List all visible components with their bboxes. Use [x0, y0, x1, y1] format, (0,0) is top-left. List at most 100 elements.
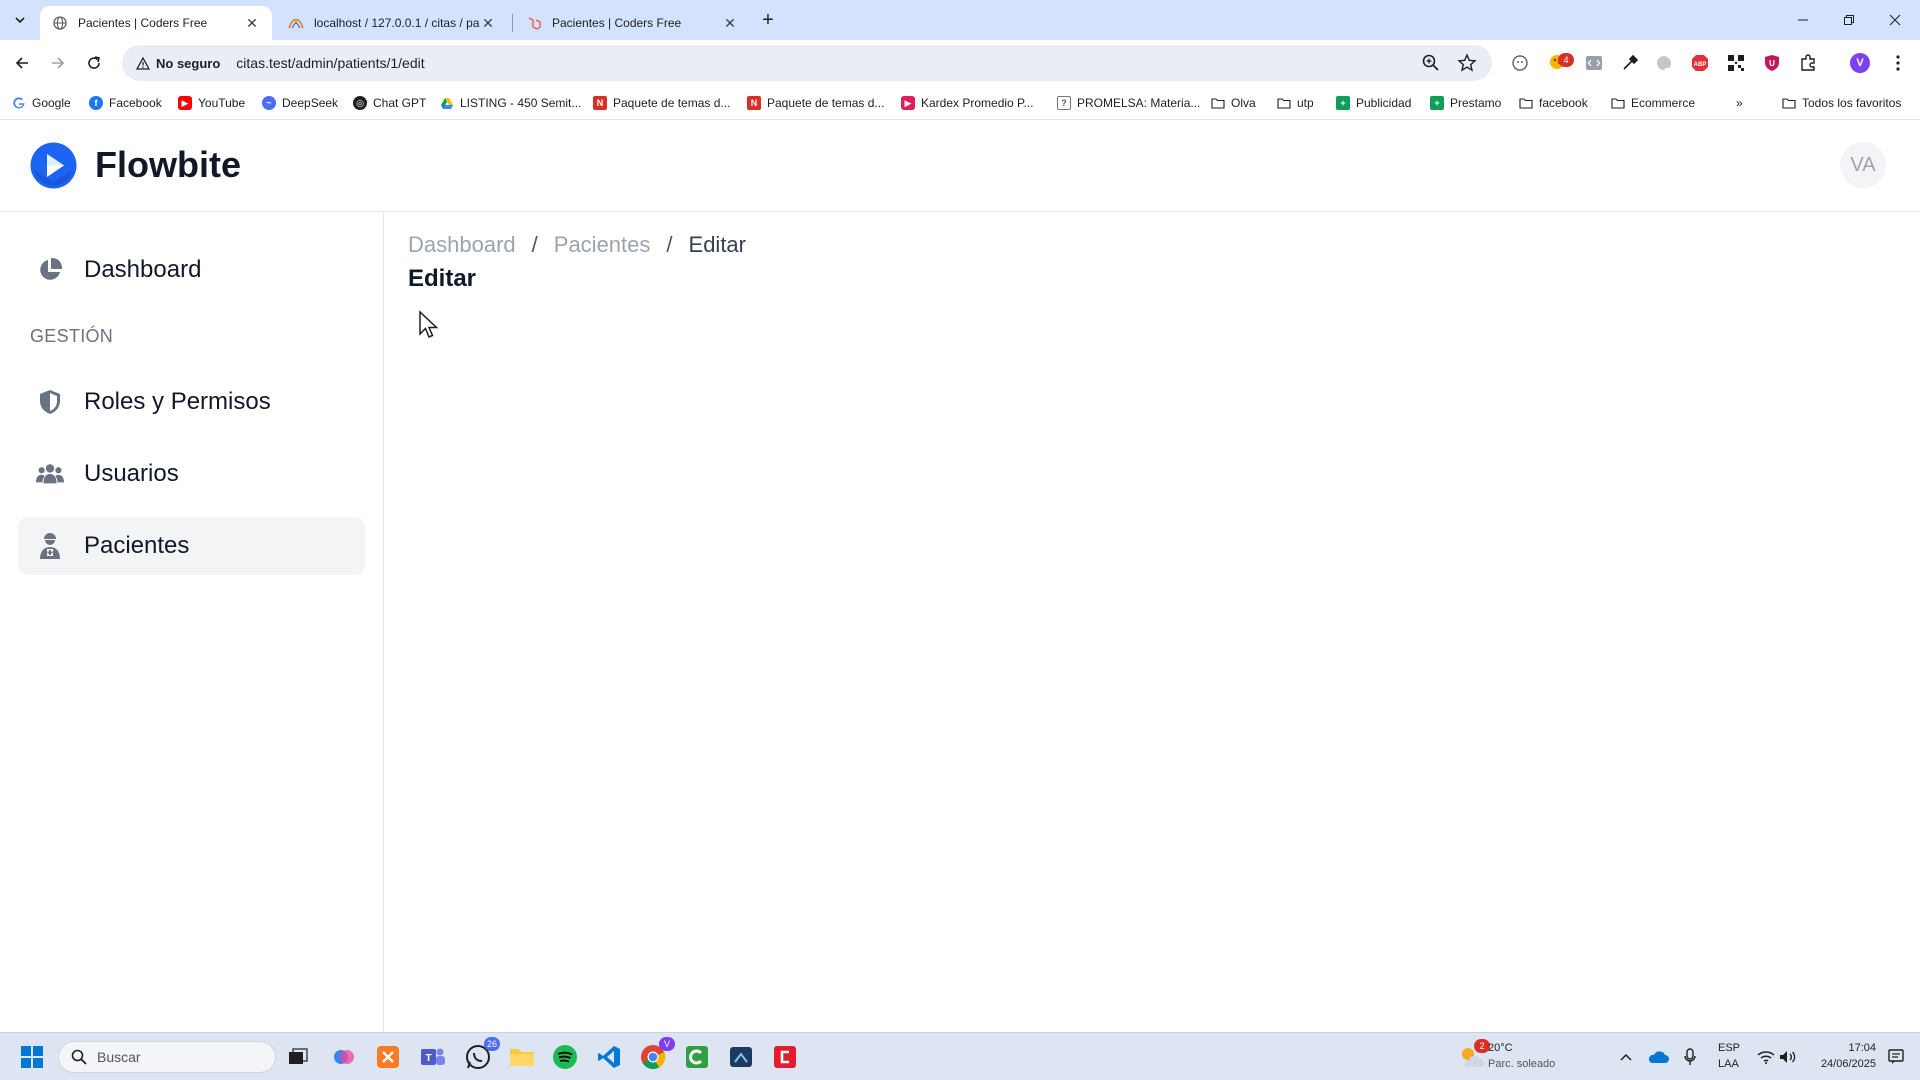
- address-bar[interactable]: No seguro citas.test/admin/patients/1/ed…: [122, 45, 1492, 81]
- warning-icon: [136, 56, 150, 70]
- profile-button[interactable]: V: [1848, 51, 1872, 75]
- microphone-icon: [1684, 1048, 1696, 1066]
- breadcrumb-pacientes[interactable]: Pacientes: [554, 232, 651, 258]
- ublock-icon: U: [1764, 54, 1780, 72]
- close-window-button[interactable]: [1872, 0, 1918, 40]
- copilot-button[interactable]: [328, 1041, 360, 1073]
- bookmark-paquete-2[interactable]: N Paquete de temas d...: [747, 93, 884, 113]
- taskbar: Buscar T 26 V 2 20°C Parc. soleado ESP L…: [0, 1032, 1920, 1080]
- bookmark-kardex[interactable]: ▶ Kardex Promedio P...: [901, 93, 1034, 113]
- taskbar-app-xampp[interactable]: [372, 1041, 404, 1073]
- breadcrumb-dashboard[interactable]: Dashboard: [408, 232, 516, 258]
- brand-name[interactable]: Flowbite: [95, 144, 241, 186]
- speaker-icon: [1779, 1050, 1797, 1064]
- extension-2[interactable]: 4: [1546, 51, 1574, 75]
- sidebar-item-dashboard[interactable]: Dashboard: [18, 241, 365, 299]
- star-icon[interactable]: [1454, 50, 1480, 76]
- snipping-tool-icon: [729, 1045, 753, 1069]
- browser-tab-2[interactable]: localhost / 127.0.0.1 / citas / pa ✕: [276, 6, 508, 40]
- browser-tab-1[interactable]: Pacientes | Coders Free ✕: [40, 6, 272, 40]
- sidebar: Dashboard GESTIÓN Roles y Permisos Usuar…: [0, 212, 384, 1032]
- new-tab-button[interactable]: +: [756, 8, 780, 32]
- forward-button[interactable]: [44, 49, 72, 77]
- taskbar-app-vscode[interactable]: [593, 1041, 625, 1073]
- reload-button[interactable]: [80, 49, 108, 77]
- taskbar-app-snipping[interactable]: [725, 1041, 757, 1073]
- flowbite-logo-icon[interactable]: [30, 142, 77, 189]
- taskbar-app-teams[interactable]: T: [417, 1041, 449, 1073]
- clock-date[interactable]: 24/06/2025: [1812, 1058, 1876, 1070]
- browser-tab-3[interactable]: Pacientes | Coders Free ✕: [514, 6, 750, 40]
- restore-button[interactable]: [1826, 0, 1872, 40]
- clock-time[interactable]: 17:04: [1812, 1042, 1876, 1054]
- sidebar-item-usuarios[interactable]: Usuarios: [18, 445, 365, 503]
- bookmark-youtube[interactable]: ▶ YouTube: [178, 93, 245, 113]
- extension-7[interactable]: [1724, 51, 1748, 75]
- onedrive-button[interactable]: [1642, 1041, 1674, 1073]
- bookmark-listing[interactable]: LISTING - 450 Semit...: [440, 93, 581, 113]
- bookmark-folder-facebook[interactable]: facebook: [1519, 93, 1588, 113]
- bookmark-prestamo[interactable]: + Prestamo: [1430, 93, 1501, 113]
- taskbar-search[interactable]: Buscar: [58, 1041, 276, 1073]
- red-app-icon: [773, 1045, 797, 1069]
- user-avatar[interactable]: VA: [1840, 142, 1886, 188]
- taskbar-app-chrome[interactable]: V: [637, 1037, 675, 1073]
- bookmark-chatgpt[interactable]: ◎ Chat GPT: [353, 93, 426, 113]
- notifications-button[interactable]: [1880, 1041, 1912, 1073]
- bookmark-folder-utp[interactable]: utp: [1277, 93, 1314, 113]
- restore-icon: [1843, 14, 1855, 26]
- taskbar-app-camtasia[interactable]: [681, 1041, 713, 1073]
- notification-bell-icon: [1888, 1049, 1904, 1065]
- arrow-left-icon: [14, 55, 30, 71]
- bookmark-deepseek[interactable]: ~ DeepSeek: [262, 93, 338, 113]
- security-chip[interactable]: No seguro: [130, 50, 226, 76]
- extensions-menu-button[interactable]: [1796, 51, 1820, 75]
- show-hidden-icons-button[interactable]: [1610, 1041, 1642, 1073]
- bookmark-publicidad[interactable]: + Publicidad: [1336, 93, 1411, 113]
- bookmark-promelsa[interactable]: ? PROMELSA: Materia...: [1057, 93, 1200, 113]
- bookmark-folder-ecommerce[interactable]: Ecommerce: [1611, 93, 1695, 113]
- minimize-button[interactable]: [1780, 0, 1826, 40]
- sidebar-item-roles-permisos[interactable]: Roles y Permisos: [18, 373, 365, 431]
- security-label: No seguro: [156, 55, 221, 71]
- vscode-icon: [597, 1045, 621, 1069]
- more-bookmarks-button[interactable]: »: [1736, 93, 1743, 113]
- extension-4[interactable]: [1618, 51, 1642, 75]
- phpmyadmin-icon: [288, 15, 304, 31]
- copilot-icon: [332, 1045, 356, 1069]
- taskbar-app-whatsapp[interactable]: 26: [462, 1037, 500, 1073]
- extension-3[interactable]: [1582, 51, 1606, 75]
- start-button[interactable]: [16, 1041, 48, 1073]
- taskbar-app-red[interactable]: [769, 1041, 801, 1073]
- extension-1[interactable]: [1508, 51, 1532, 75]
- volume-button[interactable]: [1772, 1041, 1804, 1073]
- adblock-icon: ABP: [1691, 54, 1709, 72]
- bookmark-facebook[interactable]: f Facebook: [89, 93, 162, 113]
- weather-widget-button[interactable]: 2: [1456, 1039, 1490, 1073]
- onedrive-cloud-icon: [1647, 1050, 1669, 1064]
- bookmarks-bar: Google f Facebook ▶ YouTube ~ DeepSeek ◎ Cha…: [0, 86, 1920, 120]
- browser-menu-button[interactable]: [1886, 51, 1910, 75]
- language-code[interactable]: ESP: [1718, 1042, 1740, 1054]
- extension-6[interactable]: ABP: [1688, 51, 1712, 75]
- bookmark-paquete-1[interactable]: N Paquete de temas d...: [593, 93, 730, 113]
- close-tab-icon[interactable]: ✕: [244, 15, 260, 31]
- all-bookmarks-button[interactable]: Todos los favoritos: [1782, 93, 1901, 113]
- taskbar-app-spotify[interactable]: [549, 1041, 581, 1073]
- close-tab-icon[interactable]: ✕: [722, 15, 738, 31]
- bookmark-folder-olva[interactable]: Olva: [1211, 93, 1256, 113]
- temperature: 20°C: [1488, 1042, 1513, 1054]
- sidebar-item-pacientes[interactable]: Pacientes: [18, 517, 365, 575]
- extension-5[interactable]: [1652, 51, 1676, 75]
- task-view-button[interactable]: [282, 1041, 314, 1073]
- url-text[interactable]: citas.test/admin/patients/1/edit: [236, 55, 424, 71]
- bookmark-google[interactable]: Google: [12, 93, 71, 113]
- close-tab-icon[interactable]: ✕: [480, 15, 496, 31]
- taskbar-app-explorer[interactable]: [506, 1041, 538, 1073]
- extension-8[interactable]: U: [1760, 51, 1784, 75]
- back-button[interactable]: [8, 49, 36, 77]
- microphone-button[interactable]: [1674, 1041, 1706, 1073]
- zoom-icon[interactable]: [1418, 50, 1444, 76]
- tab-search-button[interactable]: [8, 8, 32, 32]
- keyboard-layout[interactable]: LAA: [1718, 1058, 1739, 1070]
